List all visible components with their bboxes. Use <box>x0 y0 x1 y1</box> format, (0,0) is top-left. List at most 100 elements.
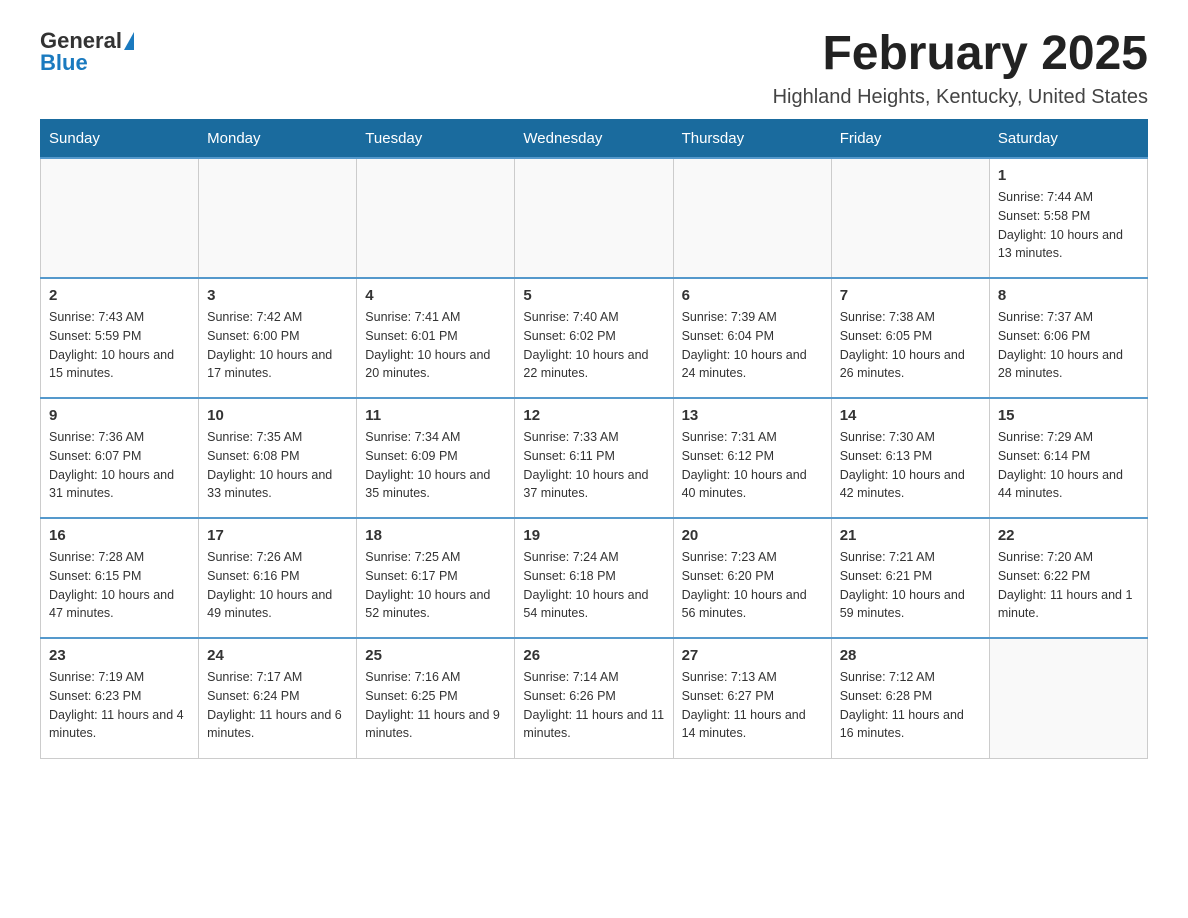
calendar-header-monday: Monday <box>199 120 357 159</box>
month-year-title: February 2025 <box>773 30 1148 78</box>
day-number: 21 <box>840 527 981 544</box>
day-number: 27 <box>682 647 823 664</box>
day-number: 5 <box>523 287 664 304</box>
day-number: 10 <box>207 407 348 424</box>
day-number: 25 <box>365 647 506 664</box>
day-info: Sunrise: 7:25 AMSunset: 6:17 PMDaylight:… <box>365 548 506 623</box>
day-number: 19 <box>523 527 664 544</box>
calendar-cell: 27 Sunrise: 7:13 AMSunset: 6:27 PMDayligh… <box>673 638 831 758</box>
day-info: Sunrise: 7:28 AMSunset: 6:15 PMDaylight:… <box>49 548 190 623</box>
day-info: Sunrise: 7:42 AMSunset: 6:00 PMDaylight:… <box>207 308 348 383</box>
calendar-week-row: 16 Sunrise: 7:28 AMSunset: 6:15 PMDayligh… <box>41 518 1148 638</box>
calendar-cell: 13 Sunrise: 7:31 AMSunset: 6:12 PMDayligh… <box>673 398 831 518</box>
calendar-cell <box>41 158 199 278</box>
calendar-header-wednesday: Wednesday <box>515 120 673 159</box>
day-number: 22 <box>998 527 1139 544</box>
calendar-header-saturday: Saturday <box>989 120 1147 159</box>
calendar-cell: 18 Sunrise: 7:25 AMSunset: 6:17 PMDayligh… <box>357 518 515 638</box>
day-number: 3 <box>207 287 348 304</box>
calendar-cell: 7 Sunrise: 7:38 AMSunset: 6:05 PMDaylight… <box>831 278 989 398</box>
day-number: 15 <box>998 407 1139 424</box>
day-info: Sunrise: 7:21 AMSunset: 6:21 PMDaylight:… <box>840 548 981 623</box>
day-info: Sunrise: 7:19 AMSunset: 6:23 PMDaylight:… <box>49 668 190 743</box>
calendar-cell: 8 Sunrise: 7:37 AMSunset: 6:06 PMDaylight… <box>989 278 1147 398</box>
calendar-cell: 2 Sunrise: 7:43 AMSunset: 5:59 PMDaylight… <box>41 278 199 398</box>
day-info: Sunrise: 7:14 AMSunset: 6:26 PMDaylight:… <box>523 668 664 743</box>
calendar-header-thursday: Thursday <box>673 120 831 159</box>
title-section: February 2025 Highland Heights, Kentucky… <box>773 30 1148 109</box>
calendar-cell: 5Sunrise: 7:40 AMSunset: 6:02 PMDaylight… <box>515 278 673 398</box>
calendar-cell <box>831 158 989 278</box>
day-number: 24 <box>207 647 348 664</box>
calendar-cell: 19Sunrise: 7:24 AMSunset: 6:18 PMDayligh… <box>515 518 673 638</box>
day-number: 2 <box>49 287 190 304</box>
calendar-cell: 25 Sunrise: 7:16 AMSunset: 6:25 PMDayligh… <box>357 638 515 758</box>
calendar-cell: 26 Sunrise: 7:14 AMSunset: 6:26 PMDayligh… <box>515 638 673 758</box>
day-info: Sunrise: 7:38 AMSunset: 6:05 PMDaylight:… <box>840 308 981 383</box>
day-info: Sunrise: 7:30 AMSunset: 6:13 PMDaylight:… <box>840 428 981 503</box>
calendar-cell: 16 Sunrise: 7:28 AMSunset: 6:15 PMDayligh… <box>41 518 199 638</box>
day-info: Sunrise: 7:17 AMSunset: 6:24 PMDaylight:… <box>207 668 348 743</box>
calendar-cell: 22 Sunrise: 7:20 AMSunset: 6:22 PMDayligh… <box>989 518 1147 638</box>
day-info: Sunrise: 7:37 AMSunset: 6:06 PMDaylight:… <box>998 308 1139 383</box>
calendar-header-row: SundayMondayTuesdayWednesdayThursdayFrid… <box>41 120 1148 159</box>
calendar-table: SundayMondayTuesdayWednesdayThursdayFrid… <box>40 119 1148 759</box>
day-info: Sunrise: 7:31 AMSunset: 6:12 PMDaylight:… <box>682 428 823 503</box>
day-info: Sunrise: 7:12 AMSunset: 6:28 PMDaylight:… <box>840 668 981 743</box>
day-number: 16 <box>49 527 190 544</box>
day-number: 1 <box>998 167 1139 184</box>
calendar-cell <box>989 638 1147 758</box>
day-number: 12 <box>523 407 664 424</box>
calendar-cell: 21 Sunrise: 7:21 AMSunset: 6:21 PMDayligh… <box>831 518 989 638</box>
day-info: Sunrise: 7:39 AMSunset: 6:04 PMDaylight:… <box>682 308 823 383</box>
day-number: 13 <box>682 407 823 424</box>
day-info: Sunrise: 7:33 AMSunset: 6:11 PMDaylight:… <box>523 428 664 503</box>
day-info: Sunrise: 7:36 AMSunset: 6:07 PMDaylight:… <box>49 428 190 503</box>
day-info: Sunrise: 7:16 AMSunset: 6:25 PMDaylight:… <box>365 668 506 743</box>
day-number: 6 <box>682 287 823 304</box>
calendar-week-row: 1 Sunrise: 7:44 AMSunset: 5:58 PMDaylight… <box>41 158 1148 278</box>
calendar-cell: 4Sunrise: 7:41 AMSunset: 6:01 PMDaylight… <box>357 278 515 398</box>
day-number: 26 <box>523 647 664 664</box>
calendar-cell: 24 Sunrise: 7:17 AMSunset: 6:24 PMDayligh… <box>199 638 357 758</box>
calendar-week-row: 23 Sunrise: 7:19 AMSunset: 6:23 PMDayligh… <box>41 638 1148 758</box>
day-info: Sunrise: 7:43 AMSunset: 5:59 PMDaylight:… <box>49 308 190 383</box>
calendar-cell: 9Sunrise: 7:36 AMSunset: 6:07 PMDaylight… <box>41 398 199 518</box>
day-info: Sunrise: 7:35 AMSunset: 6:08 PMDaylight:… <box>207 428 348 503</box>
calendar-cell: 6 Sunrise: 7:39 AMSunset: 6:04 PMDaylight… <box>673 278 831 398</box>
calendar-header-sunday: Sunday <box>41 120 199 159</box>
day-number: 11 <box>365 407 506 424</box>
calendar-cell: 23 Sunrise: 7:19 AMSunset: 6:23 PMDayligh… <box>41 638 199 758</box>
day-number: 8 <box>998 287 1139 304</box>
day-info: Sunrise: 7:29 AMSunset: 6:14 PMDaylight:… <box>998 428 1139 503</box>
calendar-header-friday: Friday <box>831 120 989 159</box>
logo-general: General <box>40 30 122 52</box>
calendar-cell: 28 Sunrise: 7:12 AMSunset: 6:28 PMDayligh… <box>831 638 989 758</box>
day-number: 28 <box>840 647 981 664</box>
calendar-cell: 1 Sunrise: 7:44 AMSunset: 5:58 PMDaylight… <box>989 158 1147 278</box>
day-number: 18 <box>365 527 506 544</box>
day-info: Sunrise: 7:34 AMSunset: 6:09 PMDaylight:… <box>365 428 506 503</box>
day-number: 4 <box>365 287 506 304</box>
calendar-cell <box>515 158 673 278</box>
day-info: Sunrise: 7:44 AMSunset: 5:58 PMDaylight:… <box>998 188 1139 263</box>
calendar-week-row: 2 Sunrise: 7:43 AMSunset: 5:59 PMDaylight… <box>41 278 1148 398</box>
calendar-cell: 10 Sunrise: 7:35 AMSunset: 6:08 PMDayligh… <box>199 398 357 518</box>
day-number: 7 <box>840 287 981 304</box>
day-info: Sunrise: 7:23 AMSunset: 6:20 PMDaylight:… <box>682 548 823 623</box>
day-info: Sunrise: 7:20 AMSunset: 6:22 PMDaylight:… <box>998 548 1139 623</box>
calendar-cell: 3 Sunrise: 7:42 AMSunset: 6:00 PMDaylight… <box>199 278 357 398</box>
day-number: 20 <box>682 527 823 544</box>
calendar-cell: 11 Sunrise: 7:34 AMSunset: 6:09 PMDayligh… <box>357 398 515 518</box>
day-number: 23 <box>49 647 190 664</box>
calendar-cell: 20 Sunrise: 7:23 AMSunset: 6:20 PMDayligh… <box>673 518 831 638</box>
calendar-header-tuesday: Tuesday <box>357 120 515 159</box>
logo-blue: Blue <box>40 52 88 74</box>
logo-triangle-icon <box>124 32 134 50</box>
calendar-cell: 17Sunrise: 7:26 AMSunset: 6:16 PMDayligh… <box>199 518 357 638</box>
calendar-cell: 14Sunrise: 7:30 AMSunset: 6:13 PMDayligh… <box>831 398 989 518</box>
calendar-week-row: 9Sunrise: 7:36 AMSunset: 6:07 PMDaylight… <box>41 398 1148 518</box>
day-number: 17 <box>207 527 348 544</box>
day-info: Sunrise: 7:13 AMSunset: 6:27 PMDaylight:… <box>682 668 823 743</box>
calendar-cell <box>357 158 515 278</box>
